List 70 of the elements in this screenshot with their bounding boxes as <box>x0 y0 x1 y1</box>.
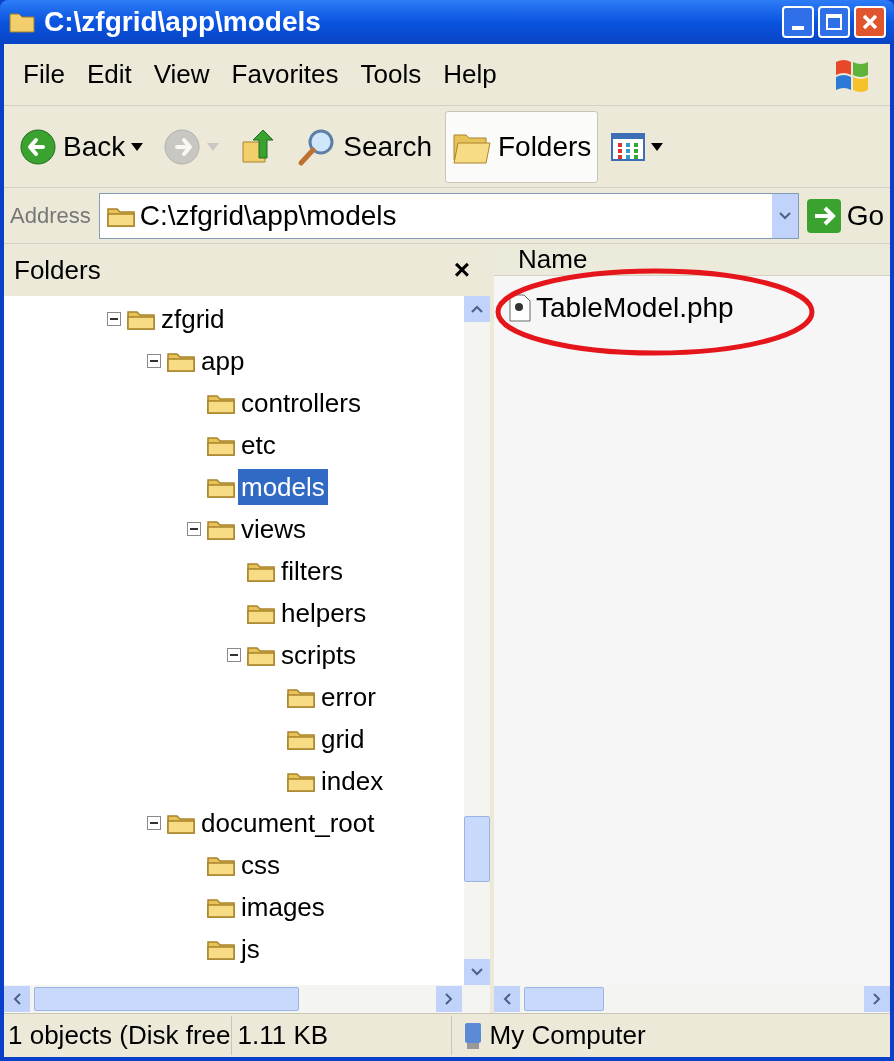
folder-icon <box>8 10 36 34</box>
vertical-scrollbar[interactable] <box>464 296 490 985</box>
chevron-left-icon <box>13 993 21 1005</box>
status-zone: My Computer <box>489 1019 646 1052</box>
arrow-right-icon <box>806 198 841 233</box>
tree-item[interactable]: zfgrid <box>158 301 228 337</box>
window-title: C:\zfgrid\app\models <box>44 5 321 39</box>
tree-item[interactable]: index <box>318 763 387 799</box>
collapse-toggle[interactable] <box>107 312 121 326</box>
maximize-button[interactable] <box>818 6 850 38</box>
horizontal-scrollbar[interactable] <box>4 985 490 1013</box>
back-button[interactable]: Back <box>12 110 151 183</box>
tree-item[interactable]: views <box>238 511 309 547</box>
tree-item[interactable]: scripts <box>278 637 360 673</box>
scrollbar-thumb[interactable] <box>34 987 299 1011</box>
tree-item[interactable]: etc <box>238 427 279 463</box>
tree-item[interactable]: css <box>238 847 283 883</box>
chevron-right-icon <box>873 993 881 1005</box>
views-icon <box>611 132 646 161</box>
close-button[interactable] <box>854 6 886 38</box>
tree-item[interactable]: js <box>238 931 263 967</box>
status-size: 1.11 KB <box>230 1016 451 1055</box>
chevron-down-icon <box>778 211 791 220</box>
collapse-toggle[interactable] <box>147 816 161 830</box>
search-button[interactable]: Search <box>290 110 439 183</box>
file-icon <box>508 294 532 322</box>
scrollbar-thumb[interactable] <box>464 816 490 882</box>
tree-item[interactable]: helpers <box>278 595 370 631</box>
scrollbar-thumb[interactable] <box>524 987 604 1011</box>
column-header[interactable]: Name <box>494 244 890 276</box>
tree-item[interactable]: error <box>318 679 379 715</box>
tree-item[interactable]: images <box>238 889 328 925</box>
tree-item[interactable]: document_root <box>198 805 378 841</box>
address-field[interactable]: C:\zfgrid\app\models <box>98 192 799 239</box>
address-label: Address <box>10 202 91 230</box>
close-icon <box>861 13 879 31</box>
menu-item[interactable]: Tools <box>349 55 433 94</box>
scroll-right-button[interactable] <box>864 986 890 1012</box>
status-text: 1 objects (Disk free <box>7 1019 231 1052</box>
folders-button[interactable]: Folders <box>444 110 599 183</box>
close-pane-button[interactable]: × <box>453 249 470 291</box>
minimize-button[interactable] <box>782 6 814 38</box>
tree-item[interactable]: models <box>238 469 328 505</box>
dropdown-caret-icon <box>207 142 220 151</box>
scroll-right-button[interactable] <box>436 986 462 1012</box>
tree-item[interactable]: grid <box>318 721 368 757</box>
chevron-right-icon <box>445 993 453 1005</box>
collapse-toggle[interactable] <box>147 354 161 368</box>
collapse-toggle[interactable] <box>227 648 241 662</box>
scroll-left-button[interactable] <box>4 986 30 1012</box>
scroll-left-button[interactable] <box>494 986 520 1012</box>
chevron-left-icon <box>503 993 511 1005</box>
menu-item[interactable]: Favorites <box>220 55 350 94</box>
dropdown-button[interactable] <box>771 193 798 238</box>
tree-item[interactable]: app <box>198 343 248 379</box>
menu-item[interactable]: View <box>142 55 221 94</box>
menu-item[interactable]: File <box>12 55 76 94</box>
chevron-up-icon <box>471 305 483 313</box>
tree-item[interactable]: controllers <box>238 385 364 421</box>
menu-item[interactable]: Edit <box>75 55 143 94</box>
dropdown-caret-icon <box>651 142 664 151</box>
collapse-toggle[interactable] <box>187 522 201 536</box>
horizontal-scrollbar[interactable] <box>494 985 890 1013</box>
dropdown-caret-icon <box>131 142 144 151</box>
chevron-down-icon <box>471 968 483 976</box>
menu-item[interactable]: Help <box>432 55 508 94</box>
go-button[interactable]: Go <box>806 194 884 237</box>
tree-item[interactable]: filters <box>278 553 347 589</box>
php-file-entry[interactable]: TableModel.php <box>508 290 890 326</box>
pane-title: Folders <box>14 253 101 287</box>
